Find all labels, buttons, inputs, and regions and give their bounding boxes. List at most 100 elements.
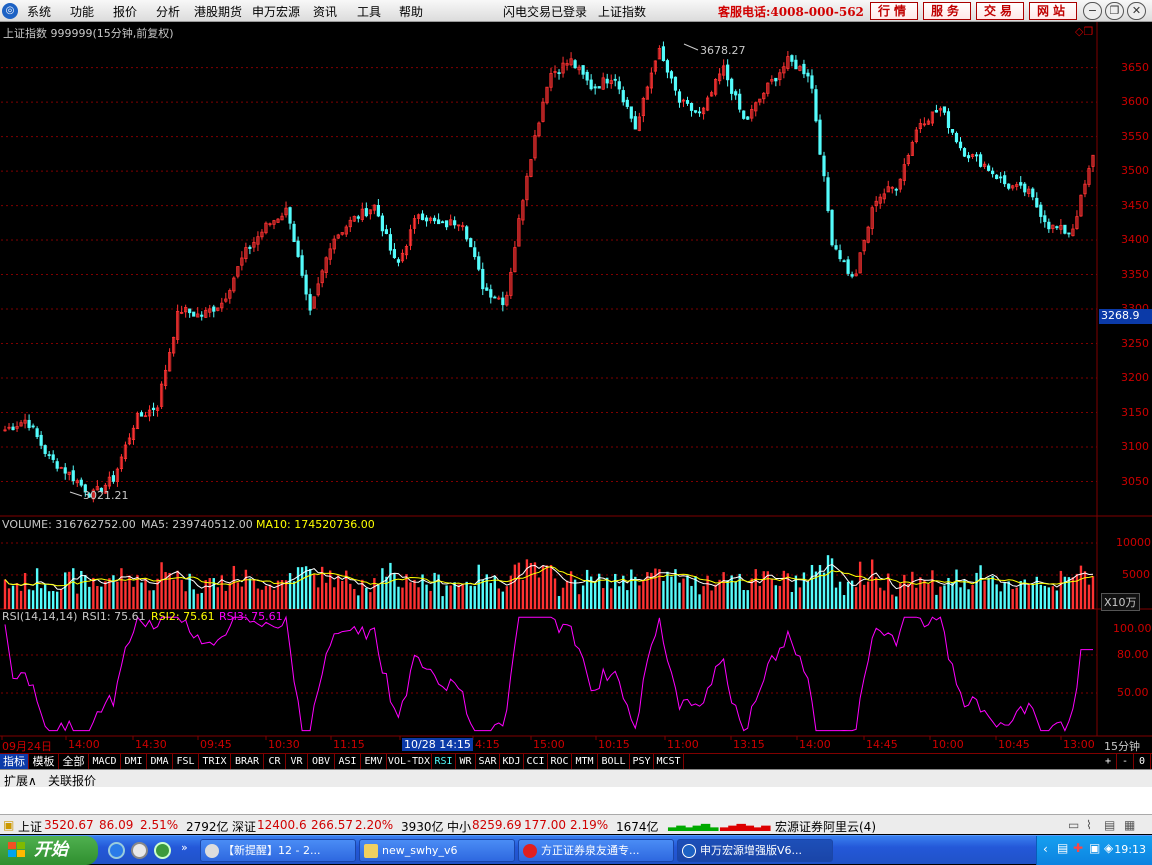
menu-function[interactable]: 功能	[70, 3, 94, 20]
indicator-tab[interactable]: BRAR	[231, 754, 264, 770]
indicator-tab[interactable]: 指标	[0, 754, 29, 770]
website-button[interactable]: 网站	[1029, 2, 1077, 20]
indicator-tab[interactable]: CR	[264, 754, 286, 770]
period-label[interactable]: 15分钟	[1104, 738, 1140, 754]
taskbar-item-folder[interactable]: new_swhy_v6	[359, 839, 515, 862]
volume-bar	[891, 594, 894, 609]
indicator-tab[interactable]: WR	[456, 754, 476, 770]
indicator-tab[interactable]: DMA	[147, 754, 173, 770]
browser-icon[interactable]	[131, 842, 148, 859]
menu-analysis[interactable]: 分析	[156, 3, 180, 20]
indicator-tab[interactable]: ROC	[548, 754, 572, 770]
tray-expand-icon[interactable]: ‹	[1043, 842, 1048, 856]
indicator-tab[interactable]: EMV	[361, 754, 387, 770]
candle-body	[850, 274, 854, 277]
indicator-tab[interactable]: MACD	[89, 754, 121, 770]
trade-button[interactable]: 交易	[976, 2, 1024, 20]
indicator-tab[interactable]: ASI	[335, 754, 361, 770]
indicator-tab[interactable]: TRIX	[199, 754, 231, 770]
app-logo-icon[interactable]: ◎	[2, 3, 18, 19]
time-axis-tick: 11:00	[667, 738, 699, 751]
tab-control-button[interactable]: 0	[1134, 754, 1151, 770]
candle-body	[942, 106, 947, 113]
indicator-tab[interactable]: SAR	[476, 754, 500, 770]
indicator-tab[interactable]: MCST	[654, 754, 684, 770]
menu-news[interactable]: 资讯	[313, 3, 337, 20]
volume-bar	[557, 596, 561, 609]
screen-icon[interactable]: ▭	[1068, 818, 1079, 832]
indicator-tab[interactable]: 模板	[29, 754, 59, 770]
indicator-tab[interactable]: DMI	[121, 754, 147, 770]
menu-quote[interactable]: 报价	[113, 3, 137, 20]
indicator-tab[interactable]: BOLL	[598, 754, 630, 770]
volume-bar	[923, 580, 926, 609]
indicator-tab[interactable]: CCI	[524, 754, 548, 770]
candle-body	[35, 428, 39, 438]
flag-icon[interactable]: ✚	[1073, 841, 1083, 855]
sh-name[interactable]: 上证	[18, 818, 42, 835]
keyboard-icon[interactable]: ▤	[1057, 841, 1068, 855]
volume-bar	[959, 587, 962, 609]
menu-hk-futures[interactable]: 港股期货	[194, 3, 242, 20]
indicator-tab[interactable]: VR	[286, 754, 308, 770]
sz-name[interactable]: 深证	[232, 818, 256, 835]
tab-control-button[interactable]: -	[1117, 754, 1134, 770]
volume-bar	[995, 584, 998, 609]
quicklaunch-expand-icon[interactable]: »	[181, 841, 188, 854]
minimize-icon[interactable]: −	[1083, 2, 1102, 20]
time-axis-tick: 10:30	[268, 738, 300, 751]
sh-change: 86.09	[99, 818, 134, 832]
indicator-tab[interactable]: FSL	[173, 754, 199, 770]
candle-body	[987, 165, 991, 171]
calculator-icon[interactable]: ▦	[1124, 818, 1135, 832]
indicator-tab[interactable]: OBV	[308, 754, 335, 770]
high-price-label: 3678.27	[700, 44, 746, 57]
volume-bar	[445, 585, 448, 609]
zx-name[interactable]: 中小	[447, 818, 471, 835]
indicator-tab[interactable]: RSI	[432, 754, 456, 770]
volume-bar	[140, 582, 143, 609]
volume-bar	[312, 573, 316, 609]
market-button[interactable]: 行情	[870, 2, 918, 20]
chrome-icon[interactable]	[154, 842, 171, 859]
volume-bar	[349, 583, 352, 609]
volume-bar	[501, 591, 505, 609]
volume-bar	[176, 570, 179, 609]
tab-control-button[interactable]: +	[1100, 754, 1117, 770]
menu-help[interactable]: 帮助	[399, 3, 423, 20]
time-axis-tick: 13:15	[733, 738, 765, 751]
ie-icon[interactable]	[108, 842, 125, 859]
candle-body	[597, 86, 601, 89]
indicator-tab[interactable]: MTM	[572, 754, 598, 770]
candlestick-chart[interactable]	[0, 22, 1152, 768]
broker-server[interactable]: 宏源证券阿里云(4)	[775, 818, 876, 835]
menu-swhy[interactable]: 申万宏源	[252, 3, 300, 20]
volume-bar	[866, 581, 870, 609]
taskbar-item-fangzheng[interactable]: 方正证券泉友通专...	[518, 839, 674, 862]
chart-area[interactable]: 上证指数 999999(15分钟,前复权) ◇❐ 3678.27 3021.21…	[0, 22, 1152, 768]
start-button[interactable]: 开始	[0, 836, 98, 865]
restore-icon[interactable]: ❐	[1105, 2, 1124, 20]
candle-body	[79, 479, 83, 486]
shield-icon[interactable]: ◈	[1104, 841, 1113, 855]
indicator-tab[interactable]: VOL-TDX	[387, 754, 432, 770]
indicator-tab[interactable]: KDJ	[500, 754, 524, 770]
menu-tools[interactable]: 工具	[357, 3, 381, 20]
candle-body	[436, 219, 441, 225]
indicator-tab[interactable]: PSY	[630, 754, 654, 770]
indicator-tab[interactable]: 全部	[59, 754, 89, 770]
service-button[interactable]: 服务	[923, 2, 971, 20]
network-icon[interactable]: ▣	[1089, 841, 1100, 855]
candle-body	[585, 71, 589, 81]
price-axis-tick: 3100	[1121, 440, 1149, 453]
taskbar-item-swhy[interactable]: 申万宏源增强版V6...	[677, 839, 833, 862]
menu-system[interactable]: 系统	[27, 3, 51, 20]
rsi-axis-100: 100.00	[1113, 622, 1152, 635]
chart-options-icon[interactable]: ◇❐	[1075, 25, 1093, 38]
volume-bar	[1007, 581, 1010, 609]
close-icon[interactable]: ✕	[1127, 2, 1146, 20]
volume-bar	[136, 575, 139, 609]
taskbar-item-forum[interactable]: 【新提醒】12 - 2...	[200, 839, 356, 862]
lock-status-icon[interactable]: ▤	[1104, 818, 1115, 832]
volume-bar	[385, 576, 388, 609]
